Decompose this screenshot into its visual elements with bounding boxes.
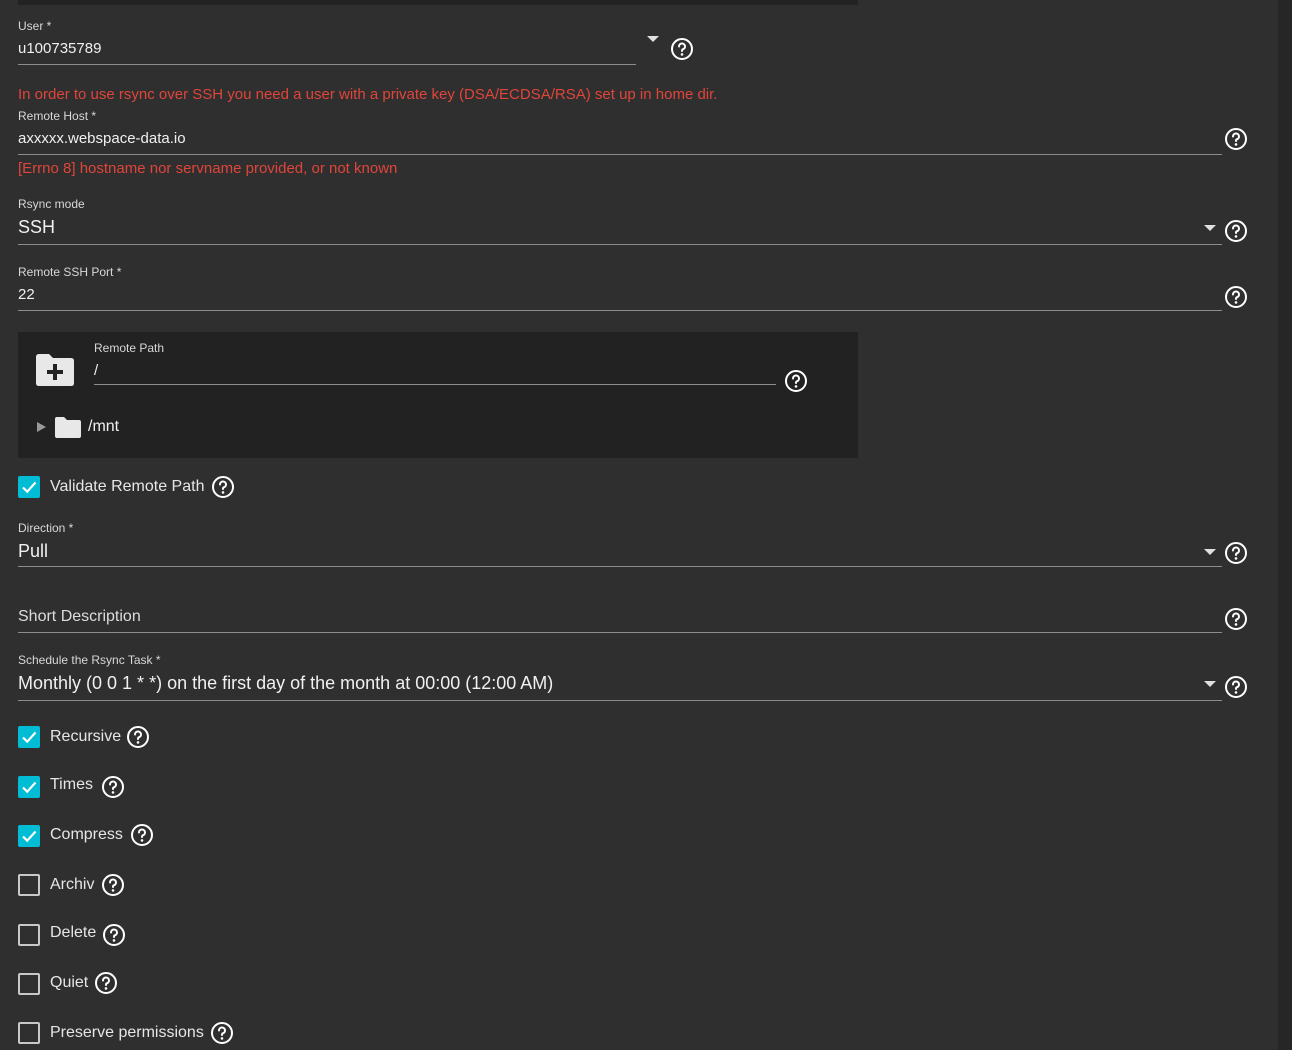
short-description-underline — [18, 632, 1222, 633]
compress-checkbox[interactable] — [18, 825, 40, 847]
remote-host-underline — [18, 154, 1222, 155]
checkmark-icon — [22, 781, 37, 794]
compress-label: Compress — [50, 826, 123, 843]
remote-ssh-port-underline — [18, 310, 1222, 311]
help-circle-icon[interactable] — [211, 475, 235, 499]
schedule-underline — [18, 700, 1222, 701]
direction-label: Direction * — [18, 521, 74, 535]
remote-ssh-port-input[interactable]: 22 — [18, 286, 35, 303]
validate-remote-path-label: Validate Remote Path — [50, 478, 205, 495]
help-circle-icon[interactable] — [784, 369, 808, 393]
caret-down-icon[interactable] — [646, 35, 660, 43]
remote-path-label: Remote Path — [94, 341, 165, 355]
schedule-label: Schedule the Rsync Task * — [18, 653, 161, 667]
help-circle-icon[interactable] — [94, 971, 118, 995]
previous-section-edge — [18, 0, 858, 5]
user-label: User * — [18, 19, 52, 33]
direction-underline — [18, 566, 1222, 567]
folder-icon — [54, 416, 82, 438]
help-circle-icon[interactable] — [101, 873, 125, 897]
short-description-input[interactable]: Short Description — [18, 608, 141, 626]
help-circle-icon[interactable] — [1224, 285, 1248, 309]
quiet-label: Quiet — [50, 974, 89, 991]
help-circle-icon[interactable] — [1224, 607, 1248, 631]
rsync-mode-select-value[interactable]: SSH — [18, 217, 55, 238]
tree-node-mnt[interactable]: /mnt — [88, 418, 119, 436]
rsync-mode-underline — [18, 244, 1222, 245]
help-circle-icon[interactable] — [1224, 541, 1248, 565]
help-circle-icon[interactable] — [102, 923, 126, 947]
remote-host-input[interactable]: axxxxx.webspace-data.io — [18, 130, 186, 147]
help-circle-icon[interactable] — [210, 1021, 234, 1045]
rsync-mode-label: Rsync mode — [18, 197, 85, 211]
recursive-label: Recursive — [50, 728, 122, 745]
help-circle-icon[interactable] — [130, 823, 154, 847]
help-circle-icon[interactable] — [670, 37, 694, 61]
ssh-key-error: In order to use rsync over SSH you need … — [18, 86, 718, 103]
preserve-permissions-label: Preserve permissions — [50, 1024, 204, 1041]
archiv-checkbox[interactable] — [18, 874, 40, 896]
validate-remote-path-checkbox[interactable] — [18, 476, 40, 498]
preserve-permissions-checkbox[interactable] — [18, 1022, 40, 1044]
help-circle-icon[interactable] — [1224, 219, 1248, 243]
remote-path-input[interactable]: / — [94, 362, 98, 379]
remote-path-underline — [94, 384, 776, 385]
schedule-select-value[interactable]: Monthly (0 0 1 * *) on the first day of … — [18, 673, 553, 694]
triangle-right-icon[interactable] — [35, 420, 47, 432]
checkmark-icon — [22, 830, 37, 843]
help-circle-icon[interactable] — [1224, 127, 1248, 151]
checkmark-icon — [22, 731, 37, 744]
help-circle-icon[interactable] — [1224, 675, 1248, 699]
archiv-label: Archiv — [50, 876, 95, 893]
delete-label: Delete — [50, 924, 97, 941]
checkmark-icon — [22, 481, 37, 494]
help-circle-icon[interactable] — [126, 725, 150, 749]
user-select-value[interactable]: u100735789 — [18, 40, 101, 57]
remote-host-error: [Errno 8] hostname nor servname provided… — [18, 160, 398, 177]
remote-ssh-port-label: Remote SSH Port * — [18, 265, 122, 279]
user-underline — [18, 64, 636, 65]
remote-host-label: Remote Host * — [18, 109, 97, 123]
folder-plus-icon[interactable] — [34, 353, 76, 387]
recursive-checkbox[interactable] — [18, 726, 40, 748]
direction-select-value[interactable]: Pull — [18, 541, 48, 562]
delete-checkbox[interactable] — [18, 924, 40, 946]
caret-down-icon[interactable] — [1203, 224, 1217, 232]
quiet-checkbox[interactable] — [18, 973, 40, 995]
caret-down-icon[interactable] — [1203, 548, 1217, 556]
caret-down-icon[interactable] — [1203, 680, 1217, 688]
times-label: Times — [50, 776, 93, 793]
help-circle-icon[interactable] — [101, 775, 125, 799]
times-checkbox[interactable] — [18, 776, 40, 798]
scrollbar-track[interactable] — [1278, 0, 1292, 1050]
